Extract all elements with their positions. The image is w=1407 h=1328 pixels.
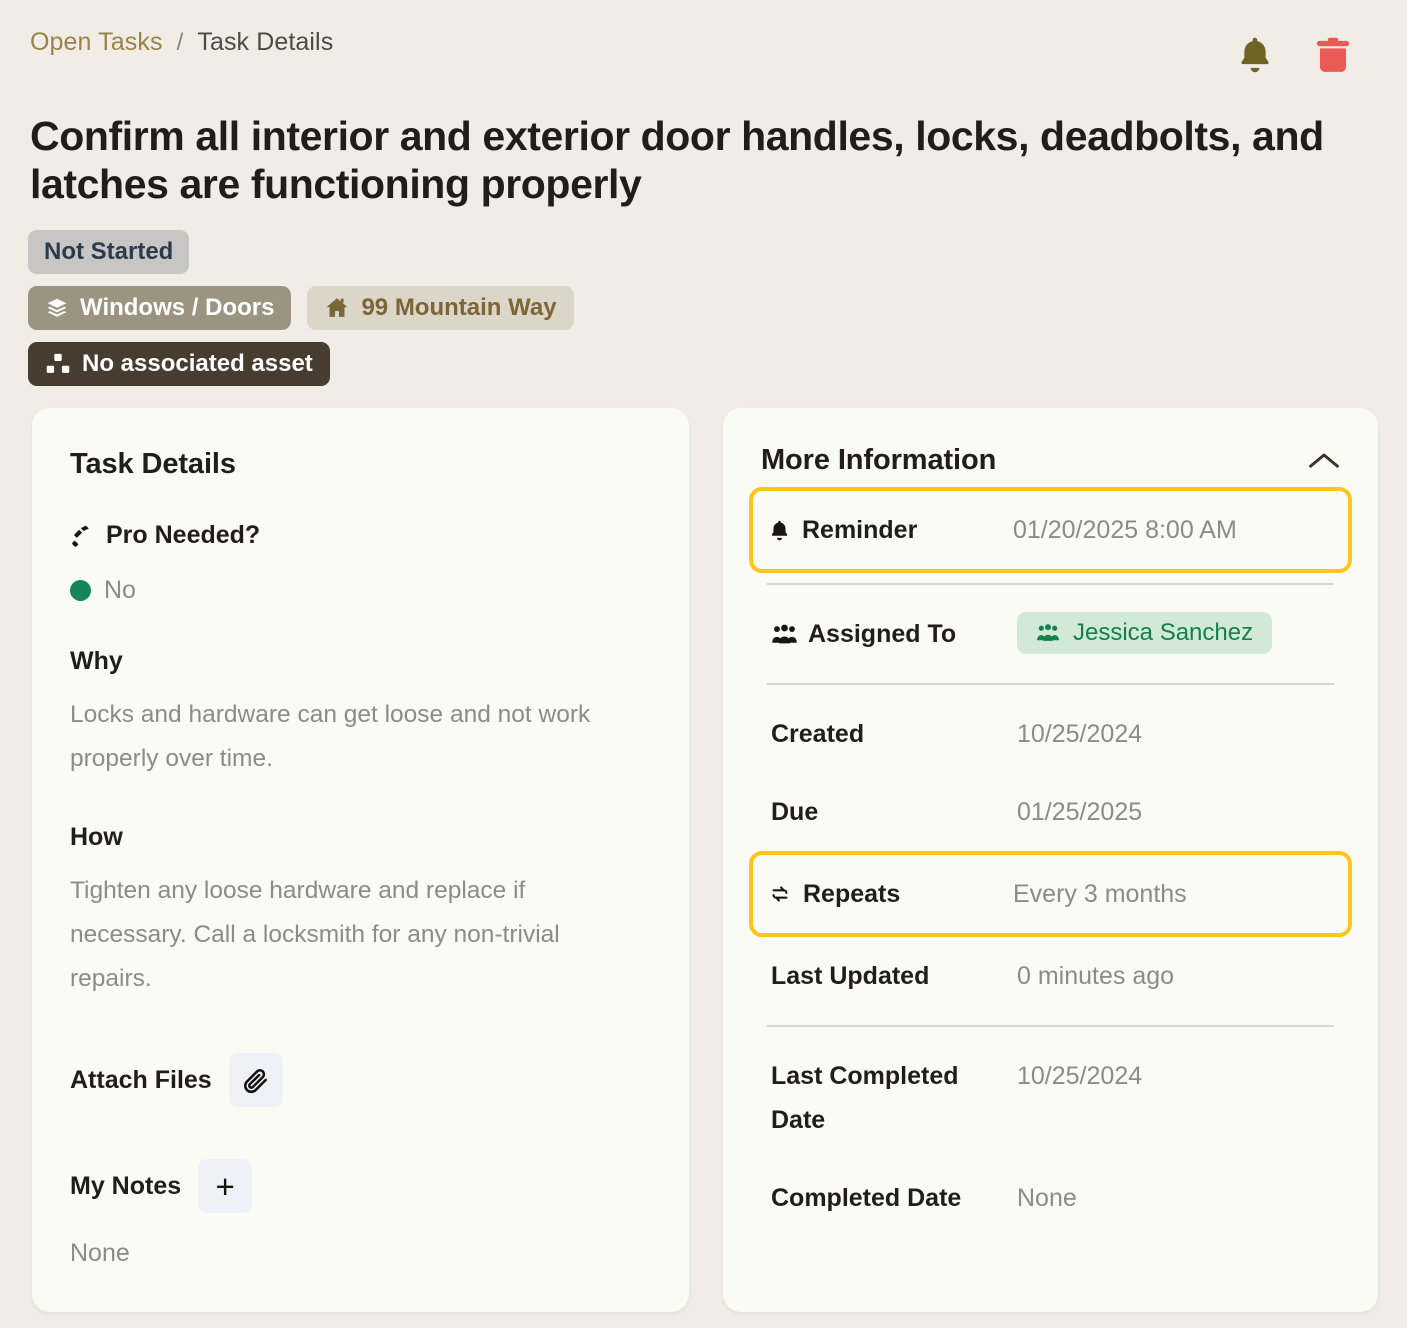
info-row-repeats[interactable]: Repeats Every 3 months [749,851,1352,937]
breadcrumb-open-tasks[interactable]: Open Tasks [30,28,163,57]
bell-icon[interactable] [1233,32,1277,78]
task-details-card: Task Details Pro Needed? No Why Locks an… [32,408,689,1312]
address-badge-label: 99 Mountain Way [361,294,557,321]
repeats-label: Repeats [803,880,901,908]
how-body: Tighten any loose hardware and replace i… [70,877,560,992]
info-row-last-completed-date: Last Completed Date 10/25/2024 [753,1037,1348,1159]
my-notes-value: None [70,1239,130,1267]
badge-group: Not Started Windows / Doors 99 Mountain … [28,230,1407,386]
last-updated-label-cell: Last Updated [771,954,1017,998]
created-label: Created [771,720,865,748]
reminder-label-cell: Reminder [767,508,1013,552]
cubes-icon [46,353,70,373]
asset-badge[interactable]: No associated asset [28,342,330,386]
info-row-created: Created 10/25/2024 [753,695,1348,773]
divider-2 [767,683,1334,685]
reminder-label: Reminder [802,516,918,544]
people-icon [1037,624,1059,641]
repeats-value: Every 3 months [1013,880,1187,908]
info-row-due: Due 01/25/2025 [753,773,1348,851]
more-information-header: More Information [753,444,1348,477]
attach-files-label: Attach Files [70,1065,212,1094]
plus-icon: + [215,1167,235,1205]
created-label-cell: Created [771,712,1017,756]
pro-needed-block: Pro Needed? No [70,521,653,605]
reminder-value: 01/20/2025 8:00 AM [1013,516,1237,544]
task-details-page: Open Tasks / Task Details Confirm all in… [0,0,1407,1328]
divider-1 [767,583,1334,585]
assigned-to-label: Assigned To [808,620,957,648]
badge-row-category: Windows / Doors 99 Mountain Way [28,286,1407,330]
info-row-completed-date: Completed Date None [753,1159,1348,1237]
attach-files-button[interactable] [228,1053,283,1107]
category-badge[interactable]: Windows / Doors [28,286,292,330]
trash-icon[interactable] [1311,32,1355,78]
why-body: Locks and hardware can get loose and not… [70,701,591,772]
status-dot-icon [70,580,91,601]
due-value: 01/25/2025 [1017,798,1143,826]
pro-needed-label: Pro Needed? [106,521,261,549]
last-completed-date-label-cell: Last Completed Date [771,1054,1017,1142]
info-row-last-updated: Last Updated 0 minutes ago [753,937,1348,1015]
task-details-heading: Task Details [70,448,236,480]
my-notes-row: My Notes + [70,1159,653,1213]
due-label: Due [771,798,819,826]
info-row-reminder[interactable]: Reminder 01/20/2025 8:00 AM [749,487,1352,573]
repeats-label-cell: Repeats [767,872,1013,916]
header-actions [1233,32,1355,78]
completed-date-label-cell: Completed Date [771,1176,1017,1220]
repeat-icon [772,886,788,902]
paperclip-icon [244,1068,268,1093]
address-badge[interactable]: 99 Mountain Way [307,286,574,330]
asset-badge-label: No associated asset [82,350,313,377]
status-badge: Not Started [28,230,190,274]
chevron-up-icon[interactable] [1306,449,1342,473]
why-heading: Why [70,647,123,675]
due-label-cell: Due [771,790,1017,834]
pro-needed-label-row: Pro Needed? [70,521,653,550]
attach-files-row: Attach Files [70,1053,653,1107]
last-completed-date-label: Last Completed Date [771,1062,959,1134]
home-icon [327,298,348,317]
more-information-heading: More Information [761,444,997,476]
badge-row-asset: No associated asset [28,342,1407,386]
divider-3 [767,1025,1334,1027]
how-heading: How [70,823,123,851]
breadcrumb-separator: / [176,28,184,56]
last-completed-date-value: 10/25/2024 [1017,1062,1143,1090]
last-updated-label: Last Updated [771,962,930,990]
pro-needed-value-row: No [70,576,653,605]
breadcrumb-task-details: Task Details [197,28,334,56]
assignee-pill[interactable]: Jessica Sanchez [1017,612,1273,654]
add-note-button[interactable]: + [198,1159,253,1213]
more-information-card: More Information Reminder 01/20/2025 8:0… [723,408,1378,1312]
hammer-icon [72,525,89,547]
category-badge-label: Windows / Doors [80,294,275,321]
assigned-to-label-cell: Assigned To [771,612,1017,656]
completed-date-label: Completed Date [771,1184,962,1212]
page-title: Confirm all interior and exterior door h… [30,113,1324,207]
last-updated-value: 0 minutes ago [1017,962,1175,990]
top-bar: Open Tasks / Task Details [0,0,1407,78]
info-row-assigned-to: Assigned To Jessica Sanchez [753,595,1348,673]
breadcrumb: Open Tasks / Task Details [30,28,333,57]
bell-icon [771,520,788,540]
completed-date-value: None [1017,1184,1077,1212]
assignee-name: Jessica Sanchez [1073,619,1254,646]
badge-row-status: Not Started [28,230,1407,274]
created-value: 10/25/2024 [1017,720,1143,748]
my-notes-label: My Notes [70,1171,182,1200]
layers-icon [47,298,67,317]
cards-container: Task Details Pro Needed? No Why Locks an… [32,408,1378,1312]
pro-needed-value: No [104,576,136,604]
people-icon [772,624,797,643]
header-spacer [753,477,1348,487]
